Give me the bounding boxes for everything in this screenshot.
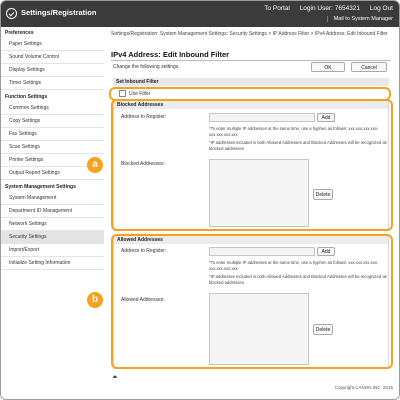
instruction-text: Change the following settings. (113, 64, 180, 70)
to-portal-link[interactable]: To Portal (264, 5, 290, 12)
scroll-to-top-icon[interactable]: ⏶ (112, 374, 118, 382)
set-inbound-filter-header: Set Inbound Filter (113, 78, 389, 86)
callout-badge-a: a (87, 157, 103, 173)
sidebar-item-common-settings[interactable]: Common Settings (1, 102, 104, 115)
settings-logo-icon (6, 8, 17, 19)
header-links: To Portal Login User: 7654321 Log Out (256, 5, 393, 12)
callout-a-frame (111, 99, 393, 231)
sidebar: Preferences Paper Settings Sound Volume … (1, 27, 106, 399)
app-title: Settings/Registration (21, 8, 97, 17)
sidebar-item-fax-settings[interactable]: Fax Settings (1, 128, 104, 141)
callout-badge-b: b (87, 292, 103, 308)
callout-b-frame (111, 234, 393, 369)
sidebar-item-import-export[interactable]: Import/Export (1, 244, 104, 257)
breadcrumb: Settings/Registration: System Management… (111, 31, 388, 37)
sidebar-item-display-settings[interactable]: Display Settings (1, 64, 104, 77)
mail-system-manager-link[interactable]: Mail to System Manager (326, 16, 393, 22)
header-bar: Settings/Registration To Portal Login Us… (1, 1, 399, 27)
sidebar-item-department-id-management[interactable]: Department ID Management (1, 205, 104, 218)
sidebar-item-security-settings[interactable]: Security Settings (1, 231, 104, 244)
login-user-text: Login User: 7654321 (299, 5, 361, 12)
sidebar-item-initialize-setting-information[interactable]: Initialize Setting Information (1, 257, 104, 270)
sidebar-item-scan-settings[interactable]: Scan Settings (1, 141, 104, 154)
sidebar-item-timer-settings[interactable]: Timer Settings (1, 77, 104, 90)
copyright-text: Copyright CANON INC. 2016 (334, 385, 393, 390)
sidebar-item-copy-settings[interactable]: Copy Settings (1, 115, 104, 128)
ok-button[interactable]: OK (311, 62, 345, 72)
sidebar-section-preferences: Preferences (5, 30, 34, 36)
sidebar-item-system-management[interactable]: System Management (1, 192, 104, 205)
sidebar-section-function-settings: Function Settings (5, 94, 48, 100)
logout-link[interactable]: Log Out (370, 5, 393, 12)
sidebar-item-network-settings[interactable]: Network Settings (1, 218, 104, 231)
sidebar-item-paper-settings[interactable]: Paper Settings (1, 38, 104, 51)
page-title: IPv4 Address: Edit Inbound Filter (111, 50, 230, 59)
cancel-button[interactable]: Cancel (351, 62, 387, 72)
app-window: Settings/Registration To Portal Login Us… (0, 0, 400, 400)
sidebar-section-system-management: System Management Settings (5, 184, 76, 190)
sidebar-item-sound-volume-control[interactable]: Sound Volume Control (1, 51, 104, 64)
title-divider (111, 60, 391, 61)
